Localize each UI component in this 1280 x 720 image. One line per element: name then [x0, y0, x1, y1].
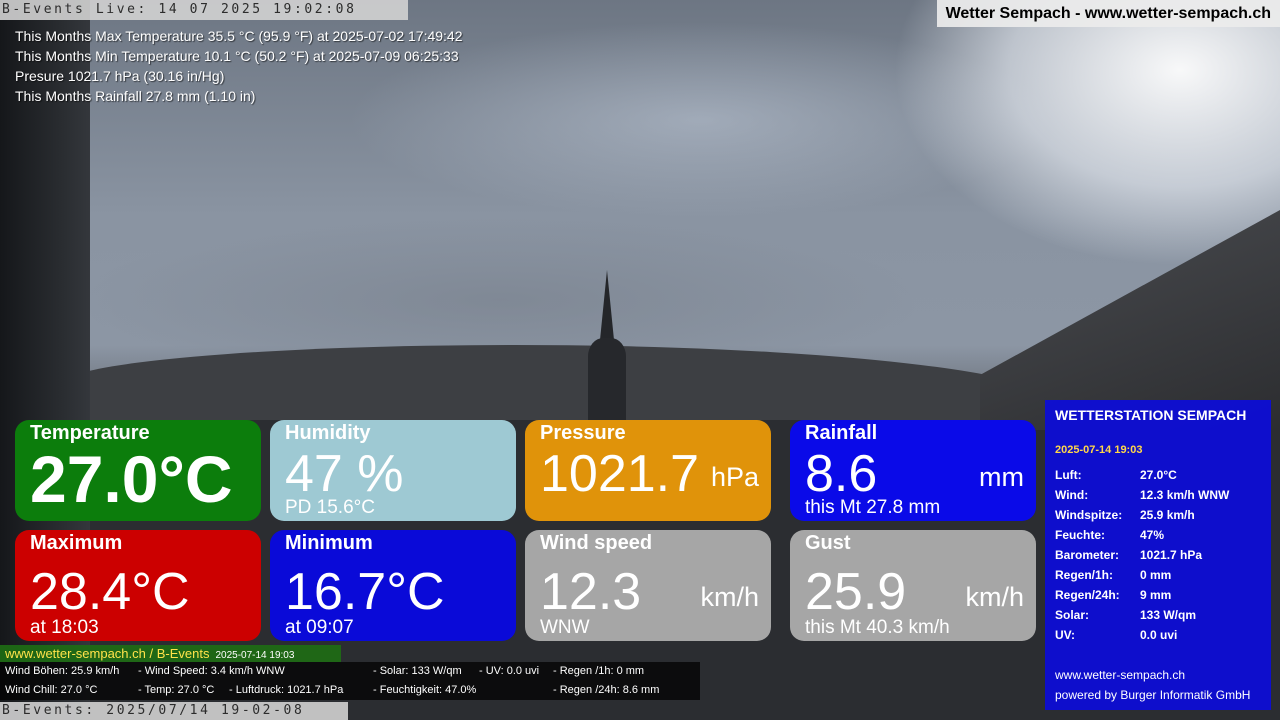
strip-rain-1h: - Regen /1h: 0 mm [553, 665, 645, 677]
stat-min-temp: This Months Min Temperature 10.1 °C (50.… [15, 48, 459, 64]
tile-label: Minimum [285, 532, 373, 554]
strip-pressure: - Luftdruck: 1021.7 hPa [229, 684, 344, 696]
rainfall-tile: Rainfall 8.6 mm this Mt 27.8 mm [790, 420, 1036, 521]
maximum-tile: Maximum 28.4°C at 18:03 [15, 530, 261, 641]
site-title: Wetter Sempach - www.wetter-sempach.ch [936, 0, 1280, 27]
strip-humidity: - Feuchtigkeit: 47.0% [373, 684, 477, 696]
panel-row-key: Solar: [1055, 608, 1090, 622]
tile-unit: km/h [700, 582, 759, 612]
panel-row-key: Luft: [1055, 468, 1082, 482]
stat-max-temp: This Months Max Temperature 35.5 °C (95.… [15, 28, 463, 44]
panel-row-value: 47% [1140, 528, 1165, 542]
tile-sub: PD 15.6°C [285, 497, 375, 518]
strip-wind-speed: - Wind Speed: 3.4 km/h WNW [138, 665, 285, 677]
minimum-tile: Minimum 16.7°C at 09:07 [270, 530, 516, 641]
live-timestamp-bar: B-Events Live: 14 07 2025 19:02:08 [0, 0, 408, 20]
panel-row: Regen/24h: 9 mm [1055, 588, 1229, 608]
strip-date: 2025-07-14 19:03 [215, 650, 295, 661]
roof-silhouette [980, 210, 1280, 430]
bottom-timestamp-bar: B-Events: 2025/07/14 19-02-08 [0, 702, 348, 720]
tile-value: 28.4°C [30, 563, 190, 621]
station-panel: WETTERSTATION SEMPACH 2025-07-14 19:03 L… [1045, 400, 1271, 710]
panel-row: Barometer: 1021.7 hPa [1055, 548, 1229, 568]
tile-sub: this Mt 27.8 mm [805, 497, 941, 518]
strip-solar: - Solar: 133 W/qm [373, 665, 462, 677]
panel-row-key: Feuchte: [1055, 528, 1106, 542]
stat-rainfall: This Months Rainfall 27.8 mm (1.10 in) [15, 88, 256, 104]
panel-row-key: Regen/24h: [1055, 588, 1120, 602]
steeple-tower [588, 338, 626, 430]
strip-wind-gusts: Wind Böhen: 25.9 km/h [5, 665, 120, 677]
panel-row-value: 1021.7 hPa [1140, 548, 1203, 562]
tile-value: 27.0°C [30, 442, 233, 516]
strip-uv: - UV: 0.0 uvi [479, 665, 540, 677]
tile-unit: mm [979, 462, 1024, 492]
tile-label: Rainfall [805, 422, 878, 444]
panel-rows: Luft: 27.0°C Wind: 12.3 km/h WNW Windspitze:… [1055, 468, 1229, 648]
panel-row-value: 133 W/qm [1140, 608, 1197, 622]
strip-title: www.wetter-sempach.ch / B-Events 2025-07-… [0, 645, 341, 662]
panel-row-key: UV: [1055, 628, 1076, 642]
strip-wind-chill: Wind Chill: 27.0 °C [5, 684, 98, 696]
tile-sub: this Mt 40.3 km/h [805, 617, 950, 638]
panel-date: 2025-07-14 19:03 [1055, 444, 1143, 456]
tile-value: 47 % [285, 445, 404, 503]
strip-title-text: www.wetter-sempach.ch / B-Events [5, 646, 210, 661]
panel-title: WETTERSTATION SEMPACH [1055, 407, 1247, 423]
tile-value: 16.7°C [285, 563, 445, 621]
panel-row-value: 9 mm [1140, 588, 1172, 602]
tile-label: Humidity [285, 422, 371, 444]
panel-row-key: Barometer: [1055, 548, 1120, 562]
tile-label: Maximum [30, 532, 123, 554]
monthly-stats: This Months Max Temperature 35.5 °C (95.… [15, 26, 463, 106]
tile-sub: at 09:07 [285, 617, 354, 638]
panel-row: Feuchte: 47% [1055, 528, 1229, 548]
panel-row-key: Windspitze: [1055, 508, 1123, 522]
steeple-spire [600, 270, 614, 340]
tile-unit: km/h [965, 582, 1024, 612]
info-strip: Wind Böhen: 25.9 km/h - Wind Speed: 3.4 … [0, 662, 700, 700]
panel-row-value: 0.0 uvi [1140, 628, 1178, 642]
panel-row: Wind: 12.3 km/h WNW [1055, 488, 1229, 508]
panel-row: Windspitze: 25.9 km/h [1055, 508, 1229, 528]
tile-value: 8.6 [805, 445, 878, 503]
tile-value: 25.9 [805, 563, 907, 621]
panel-row: Solar: 133 W/qm [1055, 608, 1229, 628]
temperature-tile: Temperature 27.0°C [15, 420, 261, 521]
wind-speed-tile: Wind speed 12.3 km/h WNW [525, 530, 771, 641]
panel-row-value: 0 mm [1140, 568, 1172, 582]
panel-row-key: Regen/1h: [1055, 568, 1114, 582]
tile-label: Pressure [540, 422, 626, 444]
pressure-tile: Pressure 1021.7 hPa [525, 420, 771, 521]
tile-label: Gust [805, 532, 851, 554]
panel-row: Luft: 27.0°C [1055, 468, 1229, 488]
panel-website: www.wetter-sempach.ch [1055, 668, 1186, 682]
tile-unit: hPa [710, 462, 759, 492]
tile-value: 12.3 [540, 563, 642, 621]
strip-rain-24h: - Regen /24h: 8.6 mm [553, 684, 660, 696]
tile-sub: WNW [540, 617, 590, 638]
panel-powered-by: powered by Burger Informatik GmbH [1055, 688, 1251, 702]
stat-pressure: Presure 1021.7 hPa (30.16 in/Hg) [15, 68, 225, 84]
panel-row-value: 25.9 km/h [1140, 508, 1195, 522]
church-steeple [586, 270, 628, 430]
gust-tile: Gust 25.9 km/h this Mt 40.3 km/h [790, 530, 1036, 641]
tile-sub: at 18:03 [30, 617, 99, 638]
panel-row-value: 27.0°C [1140, 468, 1177, 482]
humidity-tile: Humidity 47 % PD 15.6°C [270, 420, 516, 521]
panel-row-key: Wind: [1055, 488, 1089, 502]
panel-row: Regen/1h: 0 mm [1055, 568, 1229, 588]
strip-temp: - Temp: 27.0 °C [138, 684, 215, 696]
tile-label: Wind speed [540, 532, 653, 554]
panel-row: UV: 0.0 uvi [1055, 628, 1229, 648]
panel-row-value: 12.3 km/h WNW [1140, 488, 1230, 502]
tile-value: 1021.7 [540, 445, 700, 503]
